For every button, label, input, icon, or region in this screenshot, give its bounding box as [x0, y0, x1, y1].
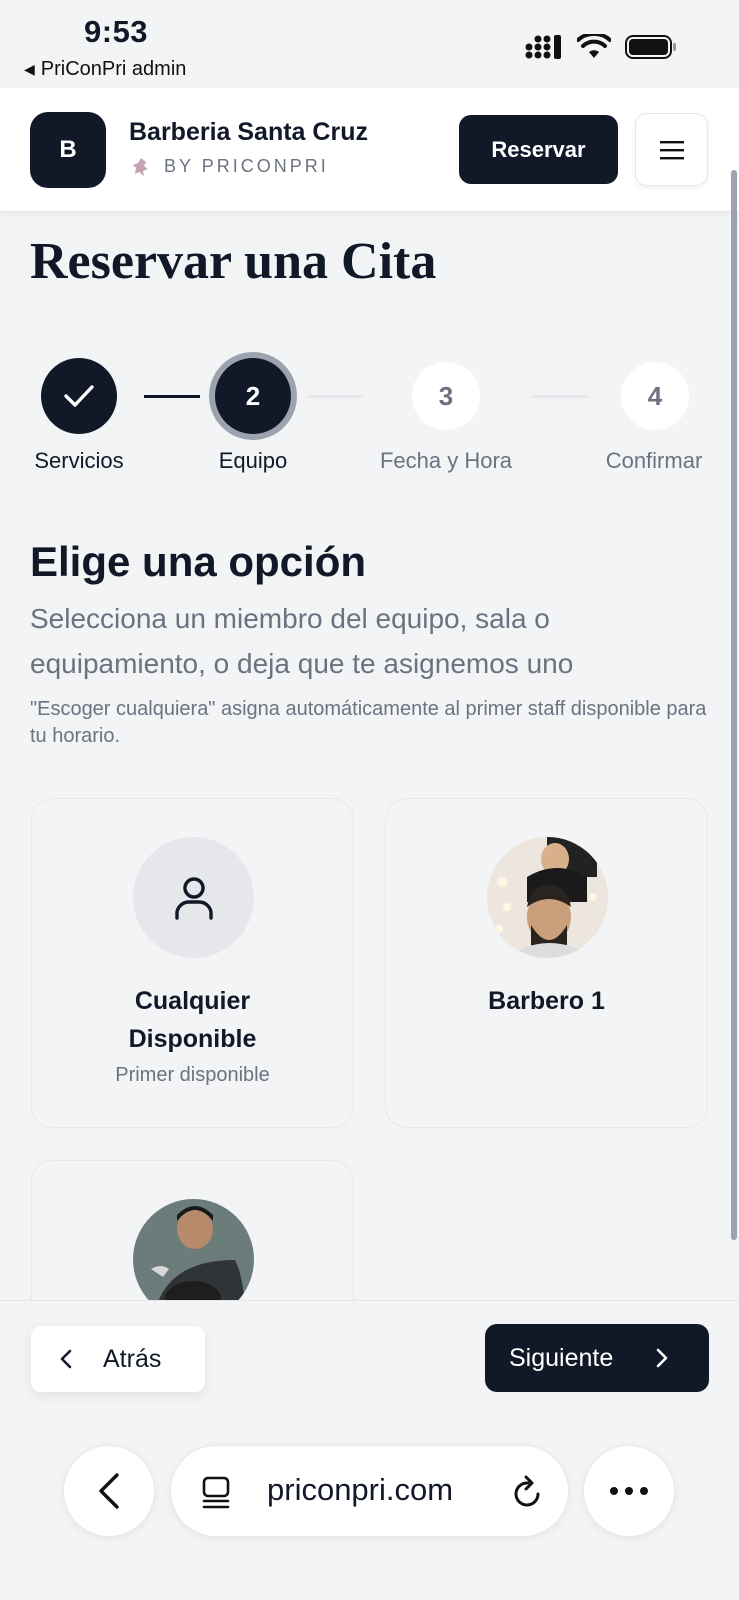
- scrollbar[interactable]: [731, 170, 737, 1240]
- byline: BY PRICONPRI: [132, 156, 329, 177]
- brand-mark-icon: [133, 157, 148, 176]
- back-app-label: PriConPri admin: [40, 58, 187, 80]
- address-bar[interactable]: priconpri.com: [170, 1445, 569, 1537]
- status-bar: 9:53 ◀ PriConPri admin: [0, 0, 739, 88]
- section-note: "Escoger cualquiera" asigna automáticame…: [30, 698, 707, 747]
- reserve-button[interactable]: Reservar: [459, 115, 618, 184]
- step-2-circle[interactable]: 2: [215, 358, 291, 434]
- option-card-any[interactable]: Cualquier Disponible Primer disponible: [31, 798, 354, 1128]
- barber-photo-icon: [487, 837, 608, 958]
- step-3-circle[interactable]: 3: [412, 362, 480, 430]
- user-icon: [174, 876, 213, 920]
- chevron-left-icon: [60, 1349, 72, 1369]
- step-2-label: Equipo: [218, 448, 288, 473]
- any-staff-avatar: [133, 837, 254, 958]
- app-header: B Barberia Santa Cruz BY PRICONPRI Reser…: [0, 88, 739, 212]
- step-1-circle[interactable]: [41, 358, 117, 434]
- option-name: Cualquier Disponible: [128, 987, 257, 1053]
- byline-text: BY PRICONPRI: [164, 156, 329, 176]
- checkmark-icon: [64, 385, 94, 407]
- next-button-label: Siguiente: [509, 1343, 614, 1372]
- step-connector: [307, 395, 363, 398]
- battery-icon: [625, 35, 676, 59]
- browser-back-button[interactable]: [63, 1445, 155, 1537]
- menu-icon: [659, 140, 684, 159]
- reload-icon[interactable]: [511, 1474, 545, 1510]
- cellular-signal-icon: [525, 35, 561, 59]
- back-button[interactable]: Atrás: [31, 1326, 205, 1392]
- status-icons: [525, 34, 677, 60]
- step-3-label: Fecha y Hora: [379, 448, 513, 473]
- back-to-app-link[interactable]: ◀ PriConPri admin: [24, 58, 186, 81]
- browser-more-button[interactable]: [583, 1445, 675, 1537]
- section-subtitle: Selecciona un miembro del equipo, sala o…: [30, 603, 574, 679]
- section-title: Elige una opción: [30, 538, 367, 585]
- page-title: Reservar una Cita: [30, 233, 437, 290]
- step-connector: [532, 395, 588, 398]
- business-name[interactable]: Barberia Santa Cruz: [129, 118, 368, 147]
- menu-button[interactable]: [635, 113, 708, 186]
- chevron-left-icon: [99, 1473, 119, 1509]
- status-time: 9:53: [84, 14, 149, 49]
- option-card-barbero-1[interactable]: Barbero 1: [385, 798, 708, 1128]
- business-logo[interactable]: B: [30, 112, 106, 188]
- url-text[interactable]: priconpri.com: [267, 1472, 453, 1508]
- more-dots-icon: [610, 1487, 648, 1495]
- chevron-right-icon: [656, 1348, 668, 1368]
- back-button-label: Atrás: [103, 1344, 162, 1373]
- step-connector-done: [144, 395, 200, 398]
- option-subtitle: Primer disponible: [115, 1064, 270, 1086]
- back-triangle-icon: ◀: [24, 61, 35, 77]
- wifi-icon: [577, 34, 611, 58]
- step-4-label: Confirmar: [605, 448, 703, 473]
- barbero-1-photo: [487, 837, 608, 958]
- step-1-label: Servicios: [34, 448, 124, 473]
- tabs-overview-icon: [202, 1476, 230, 1509]
- option-name: Barbero 1: [488, 987, 605, 1015]
- next-button[interactable]: Siguiente: [485, 1324, 709, 1392]
- step-4-circle[interactable]: 4: [621, 362, 689, 430]
